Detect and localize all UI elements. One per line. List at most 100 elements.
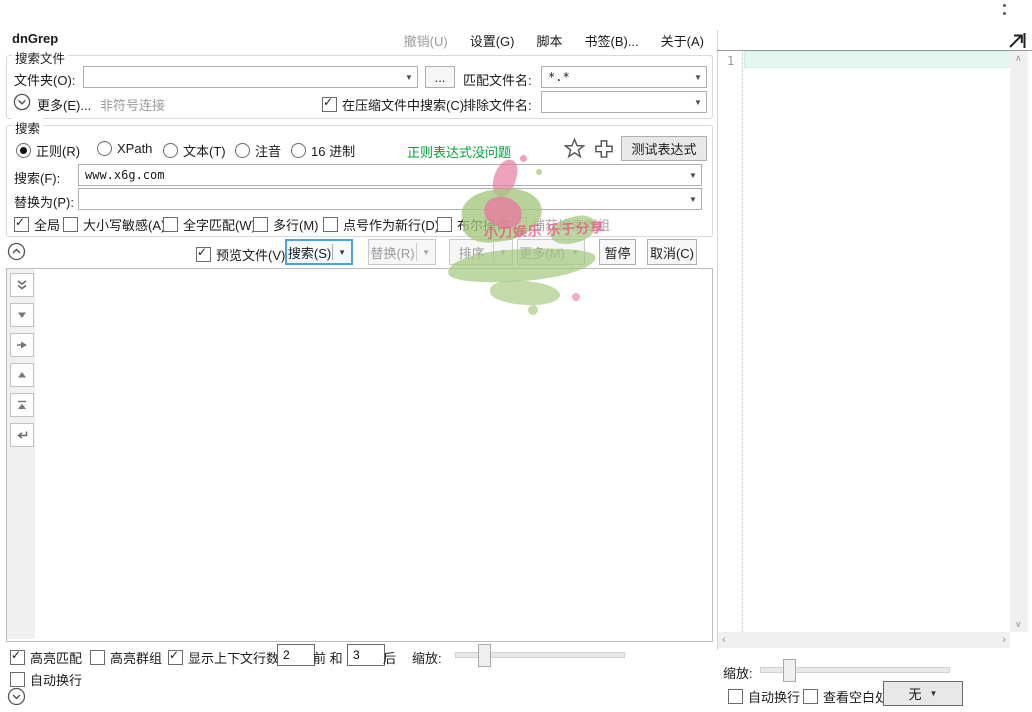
- dot-as-newline-checkbox[interactable]: 点号作为新行(D): [323, 215, 439, 234]
- radio-regex-label: 正则(R): [36, 141, 80, 160]
- match-filenames-label: 匹配文件名:: [463, 70, 532, 89]
- next-match-button[interactable]: [10, 303, 34, 327]
- checkbox-box: [168, 650, 183, 665]
- syntax-dropdown[interactable]: 无 ▼: [883, 681, 963, 706]
- folder-combobox[interactable]: ▼: [83, 66, 418, 88]
- next-file-button[interactable]: [10, 273, 34, 297]
- highlight-matches-checkbox[interactable]: 高亮匹配: [10, 648, 82, 667]
- global-label: 全局: [34, 215, 60, 234]
- menu-about[interactable]: 关于(A): [661, 31, 704, 50]
- case-sensitive-label: 大小写敏感(A): [83, 215, 165, 234]
- case-sensitive-checkbox[interactable]: 大小写敏感(A): [63, 215, 165, 234]
- results-zoom-slider[interactable]: [455, 644, 625, 665]
- chevron-down-icon[interactable]: ▼: [690, 73, 706, 82]
- scroll-down-arrow[interactable]: ∨: [1015, 619, 1022, 630]
- radio-xpath[interactable]: XPath: [97, 141, 152, 156]
- checkbox-box: [10, 672, 25, 687]
- match-filenames-combobox[interactable]: *.* ▼: [541, 66, 707, 88]
- search-for-combobox[interactable]: www.x6g.com ▼: [78, 164, 702, 186]
- boolean-operators-label: 布尔操作: [457, 215, 509, 234]
- expand-bottom-panel-button[interactable]: [7, 687, 26, 709]
- preview-zoom-slider[interactable]: [760, 659, 950, 680]
- replace-with-label: 替换为(P):: [14, 192, 74, 211]
- chevron-down-icon[interactable]: ▼: [685, 195, 701, 204]
- collapse-panel-button[interactable]: [7, 242, 26, 264]
- highlighted-line: [744, 51, 1012, 68]
- previous-file-button[interactable]: [10, 393, 34, 417]
- more-button: 更多(M) ▼: [517, 239, 585, 265]
- context-before-input[interactable]: [277, 644, 315, 666]
- search-for-label: 搜索(F):: [14, 168, 60, 187]
- radio-hex[interactable]: 16 进制: [291, 141, 355, 160]
- capture-groups-label: 捕获搜索群组: [532, 215, 610, 234]
- browse-button[interactable]: ...: [425, 66, 455, 88]
- menu-settings[interactable]: 设置(G): [470, 31, 515, 50]
- results-wrap-label: 自动换行: [30, 670, 82, 689]
- exclude-filenames-label: 排除文件名:: [463, 95, 532, 114]
- multiline-checkbox[interactable]: 多行(M): [253, 215, 319, 234]
- scroll-up-arrow[interactable]: ∧: [1015, 53, 1022, 64]
- app-title: dnGrep: [12, 31, 58, 46]
- preview-vscrollbar[interactable]: ∧ ∨: [1010, 51, 1028, 632]
- show-context-checkbox[interactable]: 显示上下文行数: [168, 648, 279, 667]
- preview-file-checkbox[interactable]: 预览文件(V): [196, 245, 285, 264]
- checkbox-box: [437, 217, 452, 232]
- chevron-down-icon[interactable]: ▼: [690, 98, 706, 107]
- chevron-down-icon: ▼: [494, 248, 512, 257]
- view-whitespace-checkbox[interactable]: 查看空白处: [803, 687, 888, 706]
- radio-phonetic[interactable]: 注音: [235, 141, 281, 160]
- whole-word-checkbox[interactable]: 全字匹配(W): [163, 215, 256, 234]
- exclude-filenames-combobox[interactable]: ▼: [541, 91, 707, 113]
- checkbox-box: [163, 217, 178, 232]
- dngrep-window: dnGrep 撤销(U) 设置(G) 脚本 书签(B)... 关于(A) 搜索文…: [0, 0, 1032, 712]
- radio-text-label: 文本(T): [183, 141, 226, 160]
- view-whitespace-label: 查看空白处: [823, 687, 888, 706]
- search-archives-checkbox[interactable]: 在压缩文件中搜索(C): [322, 95, 464, 114]
- preview-editor[interactable]: 1: [718, 51, 1032, 632]
- scroll-left-arrow[interactable]: ‹: [722, 634, 726, 646]
- more-options-expander[interactable]: [13, 93, 31, 114]
- more-options-label[interactable]: 更多(E)...: [37, 95, 91, 114]
- highlight-matches-label: 高亮匹配: [30, 648, 82, 667]
- checkbox-box: [253, 217, 268, 232]
- context-after-input[interactable]: [347, 644, 385, 666]
- chevron-down-icon[interactable]: ▼: [401, 73, 417, 82]
- preview-zoom-label: 缩放:: [723, 663, 753, 682]
- add-bookmark-plus-icon[interactable]: [592, 137, 616, 164]
- radio-dot: [16, 143, 31, 158]
- checkbox-box: [323, 217, 338, 232]
- grip-dot: [1003, 4, 1006, 7]
- menu-undo[interactable]: 撤销(U): [404, 31, 448, 50]
- bookmark-star-icon[interactable]: [563, 137, 587, 164]
- slider-thumb[interactable]: [478, 644, 491, 667]
- cancel-button[interactable]: 取消(C): [647, 239, 697, 265]
- menu-script[interactable]: 脚本: [536, 31, 562, 50]
- replace-with-combobox[interactable]: ▼: [78, 188, 702, 210]
- radio-phonetic-label: 注音: [255, 141, 281, 160]
- more-button-label: 更多(M): [518, 243, 566, 262]
- menu-bookmarks[interactable]: 书签(B)...: [584, 31, 638, 50]
- replace-button-label: 替换(R): [369, 243, 416, 262]
- test-expression-button[interactable]: 测试表达式: [621, 136, 707, 161]
- scroll-right-arrow[interactable]: ›: [1002, 634, 1006, 646]
- menu-bar: 撤销(U) 设置(G) 脚本 书签(B)... 关于(A): [420, 31, 704, 50]
- slider-thumb[interactable]: [783, 659, 796, 682]
- global-checkbox[interactable]: 全局: [14, 215, 60, 234]
- chevron-down-icon[interactable]: ▼: [685, 171, 701, 180]
- search-button[interactable]: 搜索(S) ▼: [285, 239, 353, 265]
- radio-text[interactable]: 文本(T): [163, 141, 226, 160]
- search-archives-label: 在压缩文件中搜索(C): [342, 95, 464, 114]
- previous-match-button[interactable]: [10, 363, 34, 387]
- search-group-legend: 搜索: [12, 118, 43, 137]
- highlight-groups-checkbox[interactable]: 高亮群组: [90, 648, 162, 667]
- preview-hscrollbar[interactable]: ‹ ›: [718, 632, 1010, 648]
- boolean-operators-checkbox[interactable]: 布尔操作: [437, 215, 509, 234]
- radio-regex[interactable]: 正则(R): [16, 141, 80, 160]
- highlight-groups-label: 高亮群组: [110, 648, 162, 667]
- chevron-down-icon[interactable]: ▼: [333, 248, 351, 257]
- current-match-button[interactable]: [10, 333, 34, 357]
- wrap-navigation-button[interactable]: [10, 423, 34, 447]
- double-chevron-down-icon: [16, 279, 28, 291]
- pause-button[interactable]: 暂停: [599, 239, 636, 265]
- preview-wrap-checkbox[interactable]: 自动换行: [728, 687, 800, 706]
